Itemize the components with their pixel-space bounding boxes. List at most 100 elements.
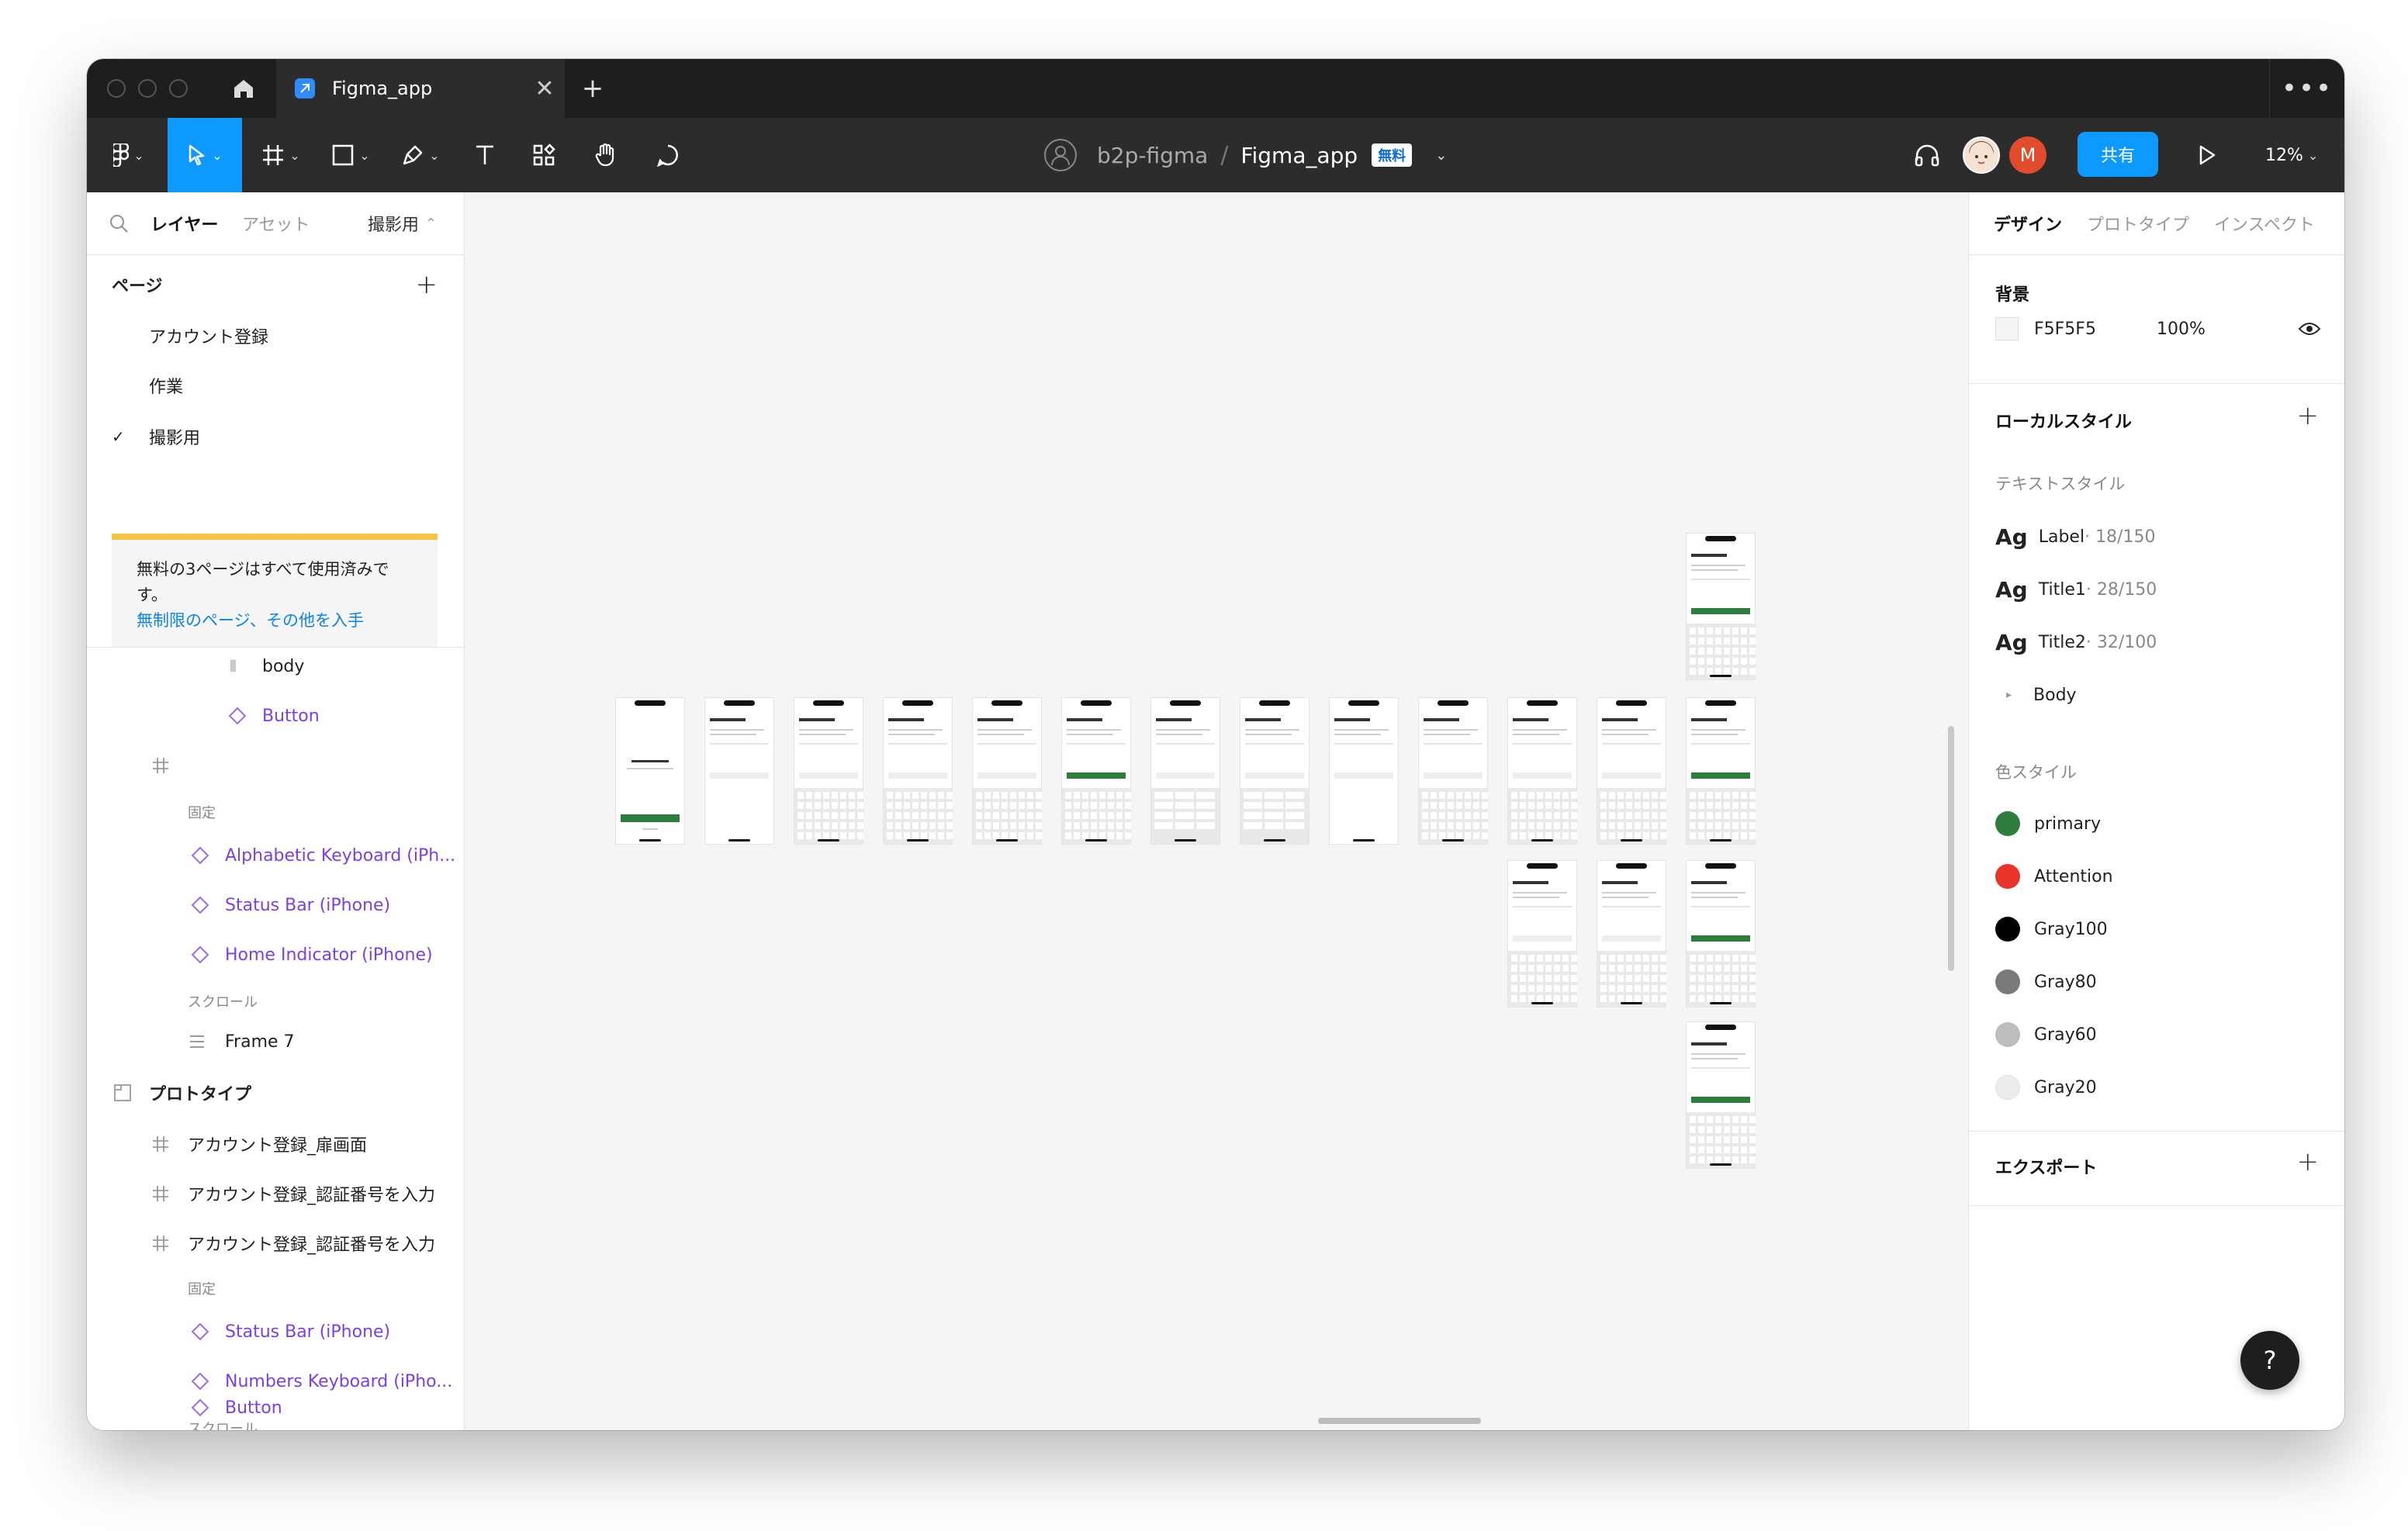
resources-tool[interactable]	[518, 118, 569, 192]
canvas-frame[interactable]	[1240, 698, 1309, 844]
more-menu-button[interactable]: •••	[2269, 59, 2344, 118]
tab-inspect[interactable]: インスペクト	[2214, 211, 2315, 236]
add-page-icon[interactable]: +	[416, 269, 438, 300]
team-name[interactable]: b2p-figma	[1097, 143, 1208, 168]
layer-frame-7[interactable]: Frame 7	[87, 1022, 464, 1061]
tab-layers[interactable]: レイヤー	[150, 211, 218, 236]
text-style-label[interactable]: Ag Label · 18/150	[1995, 520, 2155, 554]
page-item-work[interactable]: 作業	[87, 366, 464, 405]
page-item-shooting[interactable]: ✓ 撮影用	[87, 417, 464, 456]
canvas-frame[interactable]	[1597, 861, 1666, 1007]
vertical-scrollbar[interactable]	[1948, 726, 1954, 971]
upgrade-link[interactable]: 無制限のページ、その他を入手	[137, 611, 364, 630]
present-button[interactable]	[2181, 118, 2233, 192]
horizontal-scrollbar[interactable]	[1318, 1418, 1481, 1424]
color-style-gray60[interactable]: Gray60	[1995, 1018, 2097, 1052]
chevron-up-icon[interactable]: ⌃	[425, 216, 437, 232]
canvas-frame[interactable]	[1419, 698, 1488, 844]
layer-prototype-section[interactable]: プロトタイプ	[87, 1073, 464, 1112]
text-icon	[476, 145, 493, 164]
zoom-window-button[interactable]	[169, 79, 188, 98]
color-style-gray80[interactable]: Gray80	[1995, 965, 2097, 999]
comment-tool[interactable]	[642, 118, 694, 192]
text-tool[interactable]	[459, 118, 510, 192]
canvas-frame[interactable]	[1062, 698, 1131, 844]
layer-home-indicator[interactable]: Home Indicator (iPhone)	[87, 935, 464, 974]
title-bar: Figma_app ✕ + •••	[87, 59, 2344, 119]
home-button[interactable]	[219, 59, 268, 118]
add-style-icon[interactable]: +	[2297, 400, 2320, 431]
layer-button[interactable]: Button	[87, 696, 464, 735]
canvas-frame[interactable]	[1687, 534, 1756, 679]
layer-proto-code-1[interactable]: アカウント登録_認証番号を入力	[87, 1174, 464, 1213]
user-avatar-photo[interactable]	[1963, 137, 2000, 174]
search-icon[interactable]	[109, 213, 129, 233]
color-style-gray20[interactable]: Gray20	[1995, 1070, 2097, 1104]
design-canvas[interactable]	[465, 192, 1968, 1430]
color-style-primary[interactable]: primary	[1995, 807, 2101, 841]
minimize-window-button[interactable]	[138, 79, 157, 98]
background-hex[interactable]: F5F5F5	[2034, 320, 2096, 339]
layer-proto-code-2[interactable]: アカウント登録_認証番号を入力	[87, 1224, 464, 1263]
layer-frame[interactable]	[87, 746, 464, 785]
page-selector[interactable]: 撮影用	[368, 211, 419, 236]
tab-prototype[interactable]: プロトタイプ	[2087, 211, 2189, 236]
new-tab-button[interactable]: +	[571, 59, 614, 118]
layer-alphabetic-keyboard[interactable]: Alphabetic Keyboard (iPh...	[87, 836, 464, 875]
layer-status-bar[interactable]: Status Bar (iPhone)	[87, 886, 464, 924]
canvas-frame[interactable]	[1151, 698, 1220, 844]
text-style-group-body[interactable]: ▸ Body	[1995, 678, 2077, 712]
color-style-gray100[interactable]: Gray100	[1995, 912, 2108, 946]
layer-proto-door[interactable]: アカウント登録_扉画面	[87, 1125, 464, 1163]
text-style-title2[interactable]: Ag Title2 · 32/100	[1995, 625, 2157, 659]
canvas-frame[interactable]	[1330, 698, 1398, 844]
tab-assets[interactable]: アセット	[242, 211, 310, 236]
file-tab[interactable]: Figma_app ✕	[276, 59, 565, 118]
color-style-attention[interactable]: Attention	[1995, 859, 2113, 893]
shape-tool[interactable]: ⌄	[320, 118, 382, 192]
component-instance-icon	[191, 896, 209, 914]
canvas-frame[interactable]	[1508, 698, 1577, 844]
frame-tool[interactable]: ⌄	[250, 118, 312, 192]
canvas-frame[interactable]	[1597, 698, 1666, 844]
add-export-icon[interactable]: +	[2297, 1146, 2320, 1177]
canvas-frame[interactable]	[616, 698, 684, 844]
move-tool[interactable]: ⌄	[168, 118, 242, 192]
canvas-frame[interactable]	[1687, 1022, 1756, 1168]
close-window-button[interactable]	[107, 79, 126, 98]
file-breadcrumb[interactable]: b2p-figma / Figma_app 無料 ⌄	[1044, 118, 1447, 192]
component-instance-icon	[228, 707, 247, 725]
text-style-title1[interactable]: Ag Title1 · 28/150	[1995, 572, 2157, 607]
canvas-frame[interactable]	[1687, 698, 1756, 844]
background-swatch[interactable]	[1995, 317, 2019, 340]
chevron-down-icon[interactable]: ⌄	[1435, 147, 1447, 164]
background-fill-row[interactable]: F5F5F5 100%	[1995, 312, 2321, 346]
canvas-frame[interactable]	[884, 698, 953, 844]
layer-status-bar-2[interactable]: Status Bar (iPhone)	[87, 1312, 464, 1351]
hand-tool[interactable]	[580, 118, 631, 192]
section-fixed: 固定	[188, 1281, 216, 1298]
color-swatch	[1995, 917, 2020, 942]
zoom-control[interactable]: 12% ⌄	[2265, 118, 2318, 192]
tab-design[interactable]: デザイン	[1994, 211, 2062, 236]
canvas-frame[interactable]	[705, 698, 773, 844]
layer-button-2[interactable]: Button	[87, 1388, 464, 1427]
page-item-account[interactable]: アカウント登録	[87, 316, 464, 355]
tab-close-icon[interactable]: ✕	[524, 75, 565, 102]
file-name[interactable]: Figma_app	[1240, 143, 1358, 168]
canvas-frame[interactable]	[1508, 861, 1577, 1007]
canvas-frame[interactable]	[1687, 861, 1756, 1007]
caret-right-icon[interactable]: ▸	[2006, 689, 2012, 701]
layer-body[interactable]: ⦀ body	[87, 647, 464, 686]
color-styles-title: 色スタイル	[1995, 763, 2077, 782]
canvas-frame[interactable]	[794, 698, 863, 844]
help-button[interactable]: ?	[2240, 1331, 2299, 1390]
user-avatar-m[interactable]: M	[2009, 137, 2046, 174]
pen-tool[interactable]: ⌄	[389, 118, 452, 192]
canvas-frame[interactable]	[973, 698, 1042, 844]
background-opacity[interactable]: 100%	[2157, 320, 2206, 339]
eye-icon[interactable]	[2298, 321, 2321, 337]
audio-button[interactable]	[1904, 118, 1950, 192]
share-button[interactable]: 共有	[2078, 132, 2158, 177]
main-menu-button[interactable]: ⌄	[98, 118, 160, 192]
